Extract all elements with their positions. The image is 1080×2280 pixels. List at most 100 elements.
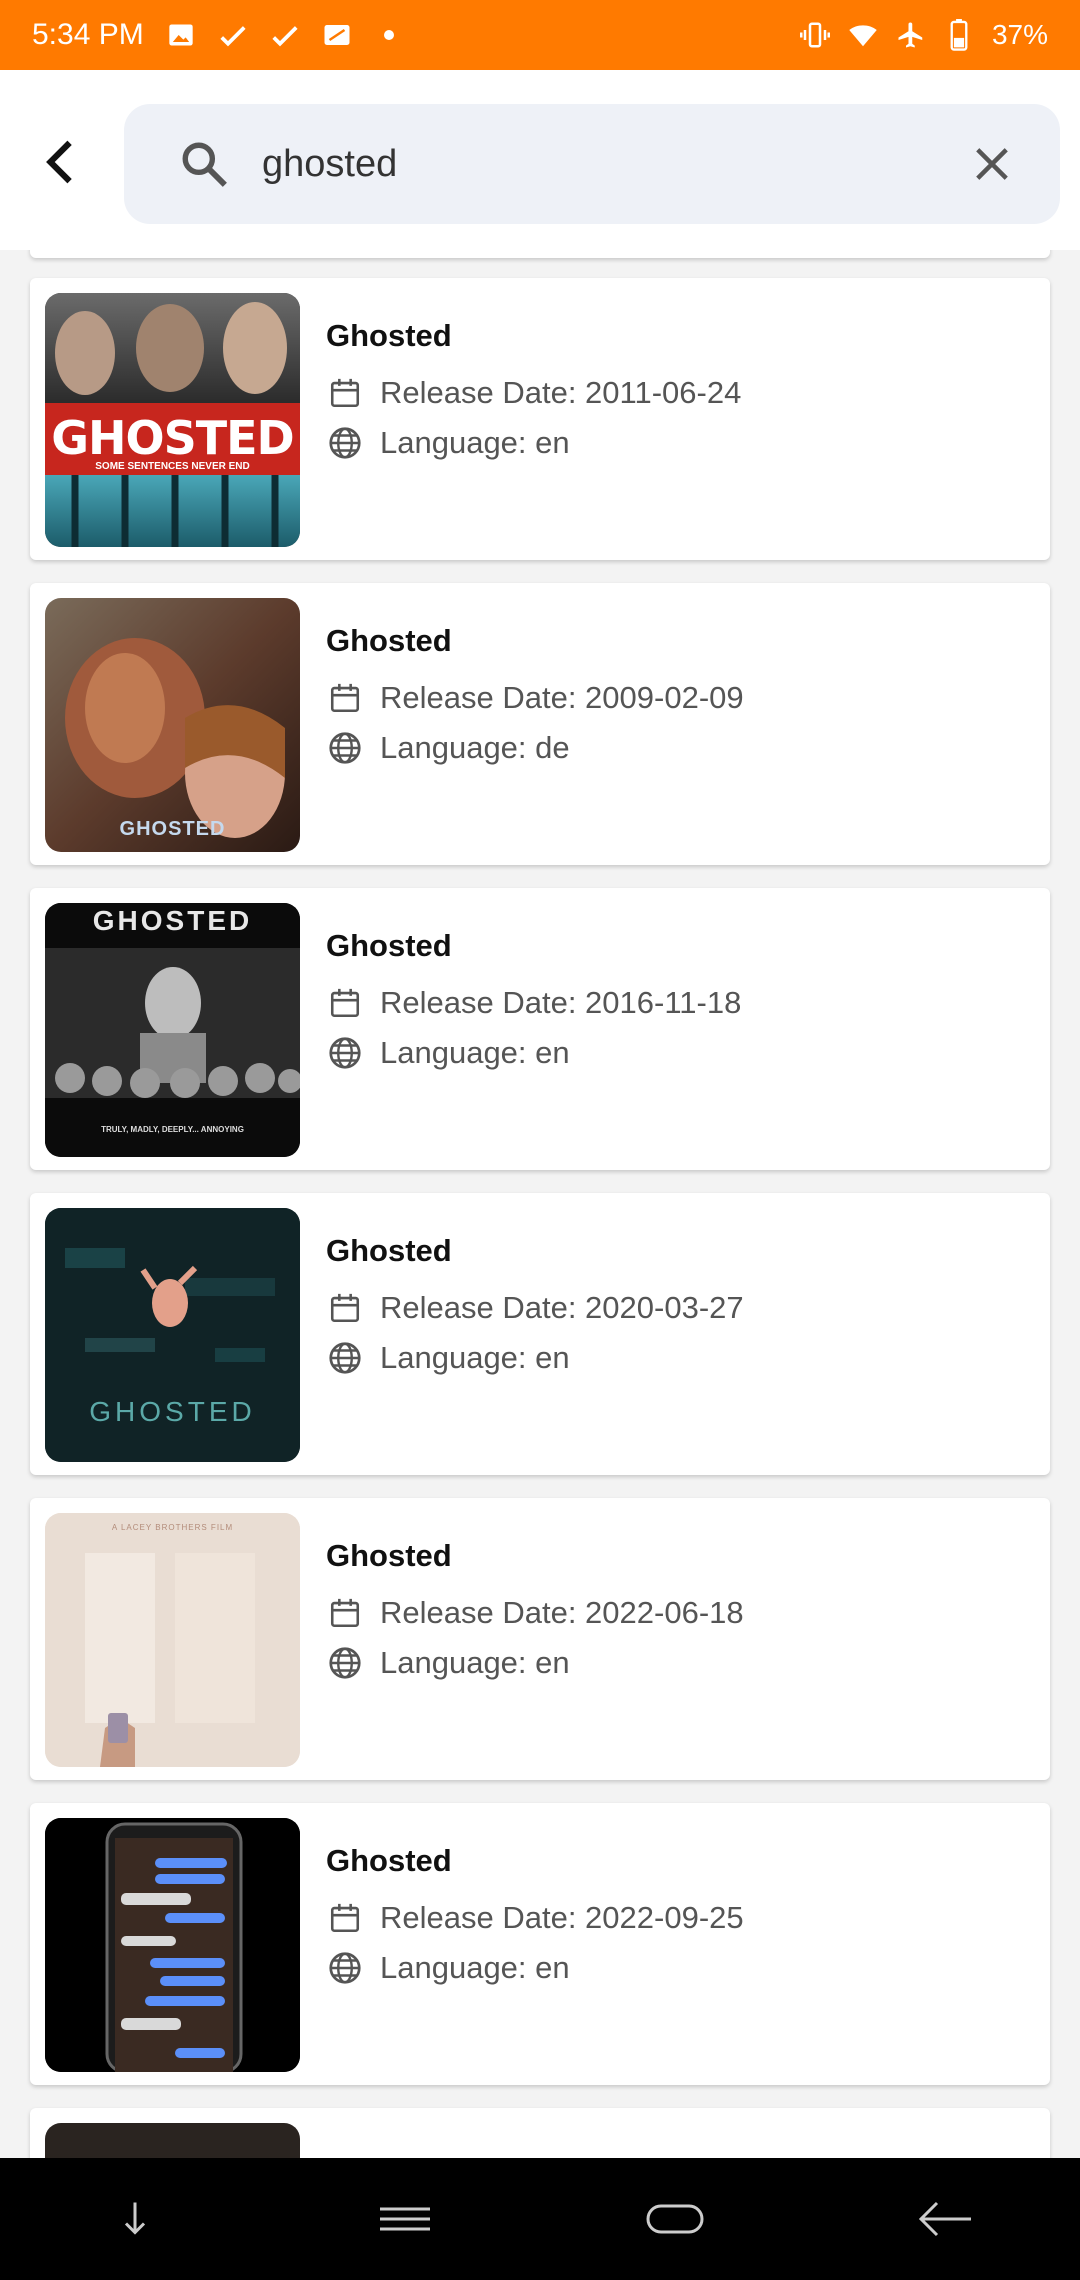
movie-poster: A LACEY BROTHERS FILM	[45, 1513, 300, 1767]
poster-title: GHOSTED	[89, 1396, 256, 1427]
release-row: Release Date: 2011-06-24	[326, 368, 1026, 418]
check-icon	[218, 20, 248, 50]
image-icon	[166, 20, 196, 50]
system-nav-bar	[0, 2158, 1080, 2280]
language: Language: en	[380, 1340, 570, 1375]
movie-title: Ghosted	[326, 318, 452, 353]
release-row: Release Date: 2016-11-18	[326, 978, 1026, 1028]
language-row: Language: en	[326, 1028, 1026, 1078]
globe-icon	[326, 1644, 364, 1682]
movie-title: Ghosted	[326, 1538, 452, 1573]
nav-down-button[interactable]	[75, 2179, 195, 2259]
language: Language: en	[380, 1950, 570, 1985]
back-arrow-icon	[918, 2201, 971, 2237]
dot-icon	[374, 20, 404, 50]
language-row: Language: en	[326, 1333, 1026, 1383]
down-arrow-icon	[124, 2202, 146, 2235]
release-date: Release Date: 2022-09-25	[380, 1900, 744, 1935]
movie-poster: GHOSTED TRULY, MADLY, DEEPLY... ANNOYING	[45, 903, 300, 1157]
result-card[interactable]: GHOSTED TRULY, MADLY, DEEPLY... ANNOYING…	[30, 888, 1050, 1170]
search-header	[0, 70, 1080, 250]
globe-icon	[326, 1034, 364, 1072]
release-date: Release Date: 2011-06-24	[380, 375, 742, 410]
movie-title: Ghosted	[326, 1233, 452, 1268]
result-card[interactable]	[30, 2108, 1050, 2158]
release-row: Release Date: 2020-03-27	[326, 1283, 1026, 1333]
globe-icon	[326, 1949, 364, 1987]
release-date: Release Date: 2009-02-09	[380, 680, 744, 715]
release-row: Release Date: 2022-06-18	[326, 1588, 1026, 1638]
result-info: Ghosted Release Date: 2016-11-18 Languag…	[326, 928, 1026, 1078]
poster-title: GHOSTED	[51, 411, 294, 465]
language: Language: en	[380, 425, 570, 460]
globe-icon	[326, 424, 364, 462]
result-info: Ghosted Release Date: 2009-02-09 Languag…	[326, 623, 1026, 773]
poster-title: GHOSTED	[119, 818, 226, 840]
result-card[interactable]: GHOSTED Ghosted Release Date: 2020-03-27…	[30, 1193, 1050, 1475]
wifi-icon	[848, 20, 878, 50]
release-row: Release Date: 2022-09-25	[326, 1893, 1026, 1943]
home-pill-icon	[646, 2204, 704, 2234]
result-card[interactable]: GHOSTED SOME SENTENCES NEVER END Ghosted…	[30, 278, 1050, 560]
movie-title: Ghosted	[326, 928, 452, 963]
movie-title: Ghosted	[326, 623, 452, 658]
language-row: Language: en	[326, 1638, 1026, 1688]
movie-poster	[45, 2123, 300, 2158]
result-info: Ghosted Release Date: 2022-06-18 Languag…	[326, 1538, 1026, 1688]
nav-menu-button[interactable]	[345, 2179, 465, 2259]
close-icon	[976, 148, 1008, 180]
release-date: Release Date: 2016-11-18	[380, 985, 742, 1020]
release-row: Release Date: 2009-02-09	[326, 673, 1026, 723]
poster-title: GHOSTED	[92, 905, 253, 936]
clear-search-button[interactable]	[964, 136, 1020, 192]
menu-icon	[380, 2207, 430, 2231]
airplane-icon	[896, 20, 926, 50]
calendar-icon	[326, 679, 364, 717]
result-card[interactable]: Ghosted Release Date: 2022-09-25 Languag…	[30, 1803, 1050, 2085]
calendar-icon	[326, 1289, 364, 1327]
poster-credit: A LACEY BROTHERS FILM	[111, 1523, 234, 1532]
globe-icon	[326, 729, 364, 767]
poster-tagline: TRULY, MADLY, DEEPLY... ANNOYING	[101, 1125, 244, 1134]
calendar-icon	[326, 1899, 364, 1937]
movie-title: Ghosted	[326, 1843, 452, 1878]
search-input[interactable]	[260, 141, 964, 187]
nav-back-button[interactable]	[885, 2179, 1005, 2259]
battery-percent: 37%	[991, 19, 1048, 50]
check-icon	[270, 20, 300, 50]
search-box[interactable]	[124, 104, 1060, 224]
result-card[interactable]: A LACEY BROTHERS FILM Ghosted Release Da…	[30, 1498, 1050, 1780]
nav-home-button[interactable]	[615, 2179, 735, 2259]
calendar-icon	[326, 1594, 364, 1632]
globe-icon	[326, 1339, 364, 1377]
movie-poster: GHOSTED	[45, 598, 300, 852]
calendar-icon	[326, 984, 364, 1022]
movie-poster: GHOSTED SOME SENTENCES NEVER END	[45, 293, 300, 547]
release-date: Release Date: 2022-06-18	[380, 1595, 744, 1630]
release-date: Release Date: 2020-03-27	[380, 1290, 744, 1325]
result-card[interactable]	[30, 250, 1050, 258]
result-info: Ghosted Release Date: 2020-03-27 Languag…	[326, 1233, 1026, 1383]
language-row: Language: en	[326, 418, 1026, 468]
battery-icon	[944, 19, 974, 51]
result-info: Ghosted Release Date: 2011-06-24 Languag…	[326, 318, 1026, 468]
language: Language: en	[380, 1645, 570, 1680]
movie-poster	[45, 1818, 300, 2072]
status-bar: 5:34 PM 37%	[0, 0, 1080, 70]
search-icon	[176, 136, 232, 192]
result-card[interactable]: GHOSTED Ghosted Release Date: 2009-02-09…	[30, 583, 1050, 865]
language: Language: de	[380, 730, 570, 765]
back-button[interactable]	[30, 132, 90, 192]
status-time: 5:34 PM	[32, 18, 144, 51]
language-row: Language: de	[326, 723, 1026, 773]
poster-tagline: SOME SENTENCES NEVER END	[95, 461, 250, 472]
results-list[interactable]: GHOSTED SOME SENTENCES NEVER END Ghosted…	[0, 250, 1080, 2158]
movie-poster: GHOSTED	[45, 1208, 300, 1462]
cast-icon	[322, 20, 352, 50]
result-info: Ghosted Release Date: 2022-09-25 Languag…	[326, 1843, 1026, 1993]
chevron-left-icon	[46, 140, 72, 184]
vibrate-icon	[799, 20, 830, 50]
calendar-icon	[326, 374, 364, 412]
language-row: Language: en	[326, 1943, 1026, 1993]
language: Language: en	[380, 1035, 570, 1070]
